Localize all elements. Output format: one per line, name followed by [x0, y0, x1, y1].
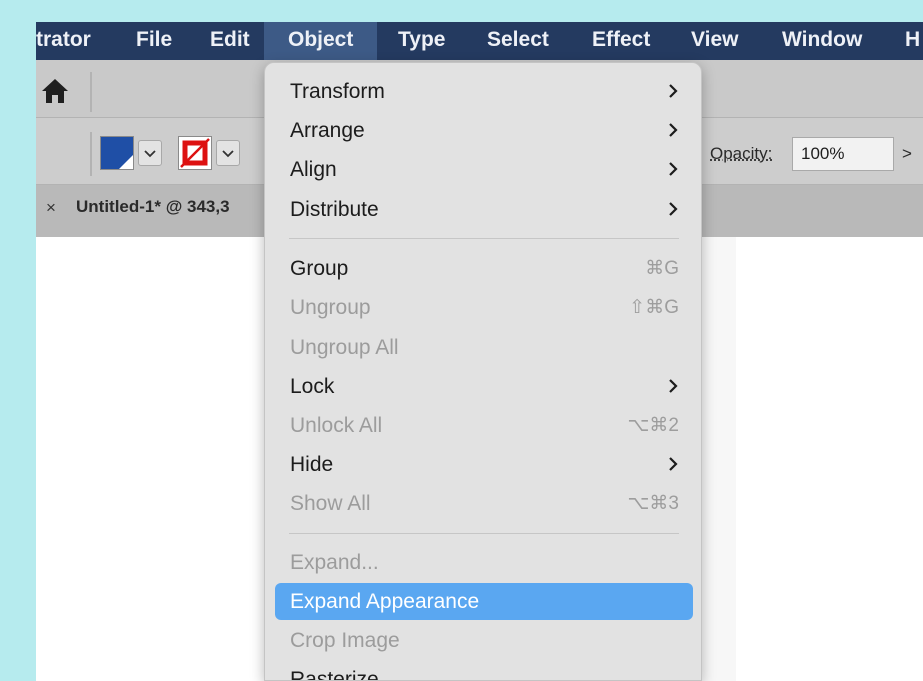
document-tab-title[interactable]: Untitled-1* @ 343,3	[76, 197, 230, 217]
artboard-edge	[696, 237, 736, 681]
menu-app-name[interactable]: trator	[36, 22, 91, 60]
menu-item-label: Align	[290, 158, 337, 181]
menu-item-label: Transform	[290, 80, 385, 103]
menu-edit[interactable]: Edit	[210, 22, 250, 60]
menu-item-label: Expand...	[290, 551, 379, 574]
close-tab-icon[interactable]: ×	[46, 198, 56, 218]
menu-window[interactable]: Window	[782, 22, 862, 60]
menu-view[interactable]: View	[691, 22, 738, 60]
menu-item-align[interactable]: Align	[275, 151, 693, 188]
object-menu-dropdown: Transform Arrange Align Distribute Group…	[264, 62, 702, 681]
menu-help[interactable]: H	[905, 22, 920, 60]
menu-separator	[289, 238, 679, 239]
menu-item-label: Ungroup	[290, 296, 371, 319]
opacity-more-button[interactable]: >	[902, 137, 923, 171]
menu-item-hide[interactable]: Hide	[275, 446, 693, 483]
menu-item-ungroup[interactable]: Ungroup ⇧⌘G	[275, 289, 693, 326]
fill-dropdown-button[interactable]	[138, 140, 162, 166]
chevron-down-icon	[222, 150, 234, 158]
menu-item-label: Unlock All	[290, 414, 383, 437]
menu-item-crop-image[interactable]: Crop Image	[275, 622, 693, 659]
menu-type[interactable]: Type	[398, 22, 445, 60]
shortcut-label: ⌥⌘3	[627, 493, 679, 514]
chevron-right-icon	[669, 84, 678, 98]
toolbar-divider	[90, 132, 92, 176]
opacity-input[interactable]: 100%	[792, 137, 894, 171]
menu-item-label: Rasterize...	[290, 668, 397, 681]
stroke-dropdown-button[interactable]	[216, 140, 240, 166]
menu-item-label: Ungroup All	[290, 336, 399, 359]
menu-item-distribute[interactable]: Distribute	[275, 191, 693, 228]
stroke-color-swatch[interactable]	[178, 136, 212, 170]
menu-item-arrange[interactable]: Arrange	[275, 112, 693, 149]
chevron-right-icon	[669, 379, 678, 393]
menu-bar: trator File Edit Object Type Select Effe…	[36, 22, 923, 60]
chevron-down-icon	[144, 150, 156, 158]
chevron-right-icon	[669, 123, 678, 137]
menu-item-expand-appearance[interactable]: Expand Appearance	[275, 583, 693, 620]
menu-item-ungroup-all[interactable]: Ungroup All	[275, 329, 693, 366]
shortcut-label: ⇧⌘G	[629, 297, 679, 318]
shortcut-label: ⌘G	[645, 258, 679, 279]
chevron-right-icon	[669, 162, 678, 176]
toolbar-divider	[90, 72, 92, 112]
opacity-label[interactable]: Opacity:	[710, 144, 772, 164]
menu-separator	[289, 533, 679, 534]
menu-effect[interactable]: Effect	[592, 22, 650, 60]
menu-item-label: Arrange	[290, 119, 365, 142]
menu-select[interactable]: Select	[487, 22, 549, 60]
menu-item-lock[interactable]: Lock	[275, 368, 693, 405]
chevron-right-icon	[669, 202, 678, 216]
shortcut-label: ⌥⌘2	[627, 415, 679, 436]
fill-color-swatch[interactable]	[100, 136, 134, 170]
menu-item-label: Show All	[290, 492, 371, 515]
menu-item-unlock-all[interactable]: Unlock All ⌥⌘2	[275, 407, 693, 444]
menu-item-label: Lock	[290, 375, 335, 398]
chevron-right-icon	[669, 457, 678, 471]
menu-item-label: Expand Appearance	[290, 590, 480, 613]
menu-item-rasterize[interactable]: Rasterize...	[275, 661, 693, 681]
home-icon[interactable]	[40, 76, 70, 106]
menu-item-label: Group	[290, 257, 349, 280]
menu-item-label: Hide	[290, 453, 334, 476]
no-stroke-icon	[180, 138, 210, 168]
menu-item-transform[interactable]: Transform	[275, 73, 693, 110]
menu-item-expand[interactable]: Expand...	[275, 544, 693, 581]
menu-object[interactable]: Object	[264, 22, 378, 60]
menu-item-label: Distribute	[290, 198, 379, 221]
menu-item-group[interactable]: Group ⌘G	[275, 250, 693, 287]
menu-item-show-all[interactable]: Show All ⌥⌘3	[275, 485, 693, 522]
menu-item-label: Crop Image	[290, 629, 400, 652]
menu-file[interactable]: File	[136, 22, 172, 60]
